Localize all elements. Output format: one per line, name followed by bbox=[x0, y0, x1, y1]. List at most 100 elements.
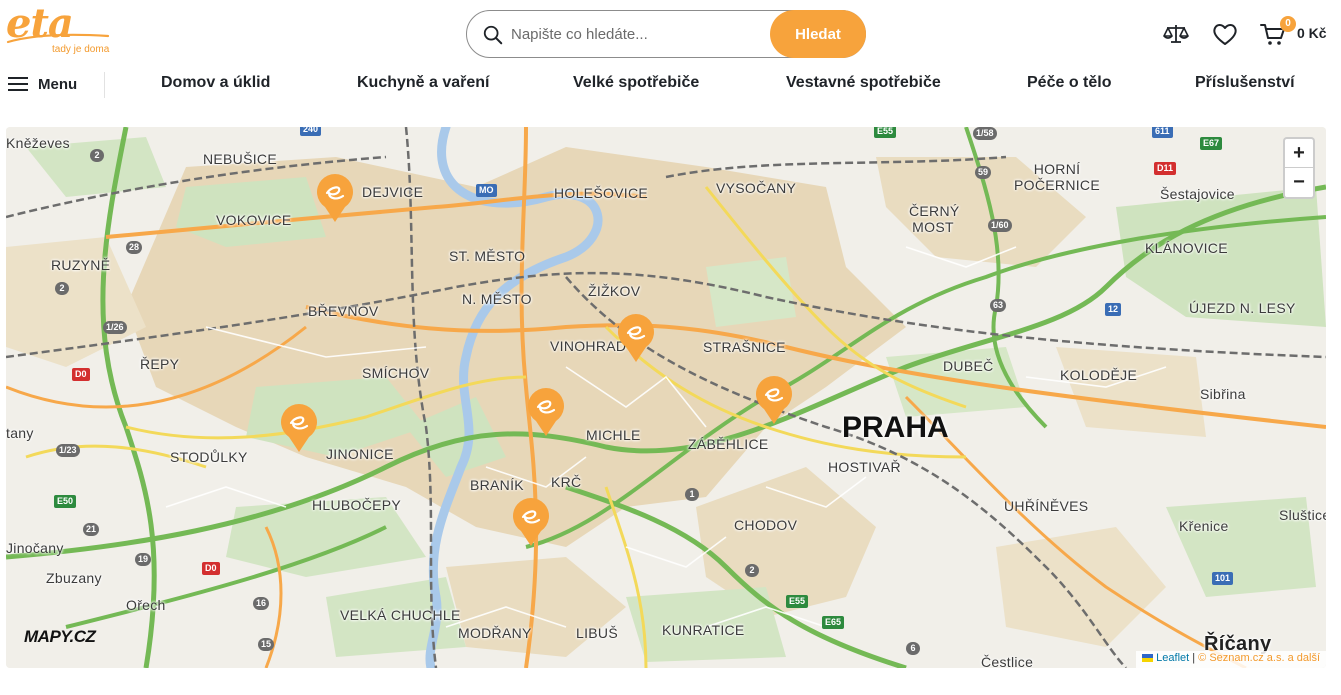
map-label-repy: ŘEPY bbox=[140, 356, 180, 372]
map-label-vysocany: VYSOČANY bbox=[716, 180, 797, 196]
map-city-label: PRAHA bbox=[842, 411, 949, 444]
road-shield: 19 bbox=[135, 553, 152, 566]
road-shield: 63 bbox=[990, 299, 1007, 312]
map-label-krc: KRČ bbox=[551, 474, 582, 490]
eta-logo[interactable]: eta tady je doma bbox=[6, 0, 110, 58]
road-shield: 6 bbox=[906, 642, 920, 655]
main-navigation: Menu Domov a úklid Kuchyně a vaření Velk… bbox=[0, 68, 1341, 100]
map-label-sestajovice: Šestajovice bbox=[1160, 186, 1235, 202]
store-pin-icon[interactable] bbox=[616, 313, 656, 363]
nav-divider bbox=[104, 72, 105, 98]
map-label-smichov: SMÍCHOV bbox=[362, 365, 430, 381]
map-label-orech: Ořech bbox=[126, 597, 166, 613]
road-shield: D0 bbox=[72, 368, 90, 381]
road-shield: 240 bbox=[300, 127, 322, 136]
map-label-stare-mesto: ST. MĚSTO bbox=[449, 248, 526, 264]
map-label-dejvice: DEJVICE bbox=[362, 184, 424, 200]
map-label-hostivar: HOSTIVAŘ bbox=[828, 459, 901, 475]
road-shield: 2 bbox=[90, 149, 104, 162]
ukraine-flag-icon bbox=[1142, 654, 1154, 662]
road-shield: 16 bbox=[253, 597, 270, 610]
road-shield: 1/58 bbox=[973, 127, 997, 140]
map-label-slustice: Sluštice bbox=[1279, 507, 1326, 523]
site-header: eta tady je doma Hledat 0 0 Kč bbox=[0, 0, 1341, 68]
menu-button[interactable]: Menu bbox=[8, 72, 77, 96]
nav-item-kuchyne-a-vareni[interactable]: Kuchyně a vaření bbox=[357, 74, 490, 92]
store-pin-icon[interactable] bbox=[279, 403, 319, 453]
road-shield: E55 bbox=[786, 595, 809, 608]
map-label-holesovice: HOLEŠOVICE bbox=[554, 185, 649, 201]
map-label-dubec: DUBEČ bbox=[943, 358, 994, 374]
map-label-branik: BRANÍK bbox=[470, 477, 524, 493]
search-input[interactable] bbox=[511, 20, 769, 48]
road-shield: D0 bbox=[202, 562, 220, 575]
road-shield: 1/60 bbox=[988, 219, 1012, 232]
road-shield: E50 bbox=[54, 495, 77, 508]
map-label-zabehlice: ZÁBĚHLICE bbox=[688, 436, 769, 452]
nav-item-prislusenstvi[interactable]: Příslušenství bbox=[1195, 74, 1295, 92]
map-label-ujezd-nad-lesy: ÚJEZD N. LESY bbox=[1189, 300, 1296, 316]
hamburger-icon bbox=[8, 77, 28, 91]
road-shield: 2 bbox=[55, 282, 69, 295]
map-label-kolodeje: KOLODĚJE bbox=[1060, 367, 1138, 383]
search-bar: Hledat bbox=[466, 10, 866, 58]
map-label-horni-pocernice: HORNÍ POČERNICE bbox=[1014, 161, 1100, 193]
map-label-uhrineves: UHŘÍNĚVES bbox=[1004, 498, 1089, 514]
store-map[interactable]: Kněževes NEBUŠICE VOKOVICE RUZYNĚ BŘEVNO… bbox=[6, 127, 1326, 668]
seznam-attribution-link[interactable]: © Seznam.cz a.s. a další bbox=[1198, 652, 1320, 664]
mapy-cz-logo[interactable]: MAPY.CZ bbox=[24, 627, 96, 647]
road-shield: E67 bbox=[1200, 137, 1223, 150]
zoom-control: + − bbox=[1283, 137, 1315, 199]
map-label-nove-mesto: N. MĚSTO bbox=[462, 291, 532, 307]
road-shield: 2 bbox=[745, 564, 759, 577]
map-label-krenice: Křenice bbox=[1179, 518, 1229, 534]
map-tiles bbox=[6, 127, 1326, 668]
map-label-nebusice: NEBUŠICE bbox=[203, 151, 277, 167]
road-shield: 101 bbox=[1212, 572, 1234, 585]
map-label-klanovice: KLÁNOVICE bbox=[1145, 240, 1228, 256]
road-shield: 28 bbox=[126, 241, 143, 254]
store-pin-icon[interactable] bbox=[511, 497, 551, 547]
map-label-hlubocepy: HLUBOČEPY bbox=[312, 497, 402, 513]
leaflet-link[interactable]: Leaflet bbox=[1156, 652, 1189, 664]
map-label-sibrina: Sibřina bbox=[1200, 386, 1246, 402]
store-pin-icon[interactable] bbox=[315, 173, 355, 223]
map-label-velka-chuchle: VELKÁ CHUCHLE bbox=[340, 607, 461, 623]
road-shield: 1 bbox=[685, 488, 699, 501]
map-label-knezeves: Kněževes bbox=[6, 135, 70, 151]
road-shield: E55 bbox=[874, 127, 897, 138]
map-label-zizkov: ŽIŽKOV bbox=[588, 283, 641, 299]
road-shield: D11 bbox=[1154, 162, 1177, 175]
search-button[interactable]: Hledat bbox=[770, 10, 866, 58]
nav-item-pece-o-telo[interactable]: Péče o tělo bbox=[1027, 74, 1111, 92]
road-shield: 1/23 bbox=[56, 444, 80, 457]
road-shield: 21 bbox=[83, 523, 100, 536]
map-label-jinocany: Jinočany bbox=[6, 540, 64, 556]
heart-icon[interactable] bbox=[1211, 20, 1239, 48]
menu-label: Menu bbox=[38, 75, 78, 93]
attribution-separator: | bbox=[1192, 652, 1196, 664]
road-shield: 1/26 bbox=[103, 321, 127, 334]
logo-tagline: tady je doma bbox=[52, 44, 110, 55]
road-shield: 611 bbox=[1152, 127, 1173, 138]
nav-item-velke-spotrebice[interactable]: Velké spotřebiče bbox=[573, 74, 699, 92]
zoom-in-button[interactable]: + bbox=[1285, 139, 1313, 168]
search-icon bbox=[483, 25, 503, 45]
map-label-cestlice: Čestlice bbox=[981, 654, 1034, 668]
map-attribution: Leaflet | © Seznam.cz a.s. a další bbox=[1136, 651, 1326, 668]
nav-item-domov-a-uklid[interactable]: Domov a úklid bbox=[161, 74, 270, 92]
map-label-modrany: MODŘANY bbox=[458, 625, 532, 641]
map-label-zbuzany: Zbuzany bbox=[46, 570, 102, 586]
cart-count-badge: 0 bbox=[1280, 16, 1296, 32]
map-label-kunratice: KUNRATICE bbox=[662, 622, 745, 638]
scales-icon[interactable] bbox=[1162, 20, 1190, 48]
map-label-brevnov: BŘEVNOV bbox=[308, 303, 379, 319]
store-pin-icon[interactable] bbox=[754, 375, 794, 425]
store-pin-icon[interactable] bbox=[526, 387, 566, 437]
zoom-out-button[interactable]: − bbox=[1285, 168, 1313, 197]
road-shield: E65 bbox=[822, 616, 845, 629]
map-label-cerny-most: ČERNÝ MOST bbox=[909, 203, 960, 235]
cart-total[interactable]: 0 Kč bbox=[1297, 25, 1327, 41]
road-shield: MO bbox=[476, 184, 497, 197]
nav-item-vestavne-spotrebice[interactable]: Vestavné spotřebiče bbox=[786, 74, 941, 92]
